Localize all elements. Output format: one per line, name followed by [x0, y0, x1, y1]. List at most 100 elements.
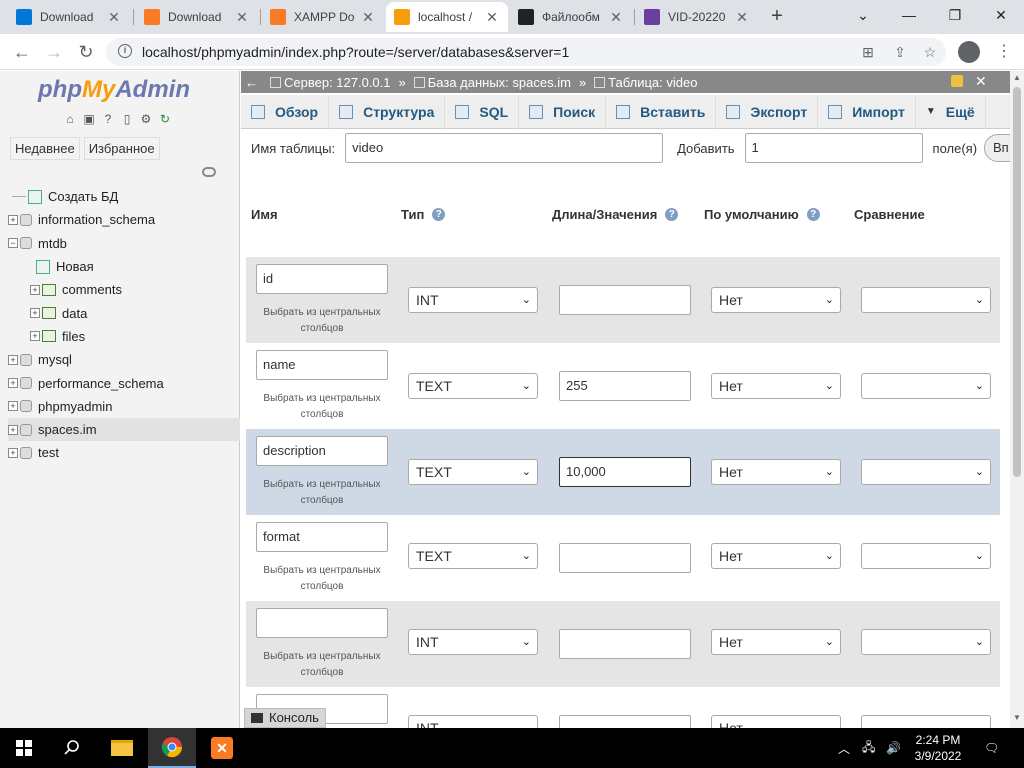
url-text[interactable]: localhost/phpmyadmin/index.php?route=/se… — [142, 44, 569, 60]
taskbar-clock[interactable]: 2:24 PM 3/9/2022 — [900, 732, 976, 764]
tree-item-db[interactable]: + performance_schema — [8, 371, 240, 394]
field-length-input[interactable] — [559, 543, 691, 573]
tree-item-db[interactable]: − mtdb — [8, 232, 240, 255]
browser-tab[interactable]: Файлообм ✕ — [510, 2, 632, 32]
field-type-select[interactable]: INT ⌄ — [408, 287, 538, 313]
expand-icon[interactable]: + — [30, 284, 40, 295]
phpmyadmin-logo[interactable]: phpMyAdmin — [38, 76, 190, 104]
close-tab-icon[interactable]: ✕ — [484, 9, 500, 26]
new-tab-button[interactable]: + — [766, 5, 788, 27]
scroll-up-icon[interactable]: ▲ — [1013, 73, 1021, 82]
tab-export[interactable]: Экспорт — [716, 94, 819, 129]
field-length-input-focused[interactable]: 10,000 — [559, 457, 691, 487]
tree-item-create-db[interactable]: Создать БД — [8, 185, 240, 208]
close-tab-icon[interactable]: ✕ — [734, 9, 750, 26]
field-length-input[interactable] — [559, 715, 691, 728]
pick-central-columns-link[interactable]: Выбрать из центральных столбцов — [250, 305, 394, 337]
field-length-input[interactable] — [559, 285, 691, 315]
close-tab-icon[interactable]: ✕ — [608, 9, 624, 26]
restore-icon[interactable]: ❐ — [932, 0, 978, 30]
field-name-input[interactable]: description — [256, 436, 388, 466]
tray-chevron-up-icon[interactable]: ︿ — [838, 728, 850, 768]
field-default-select[interactable]: Нет ⌄ — [711, 715, 841, 728]
expand-icon[interactable]: + — [8, 214, 18, 225]
browser-tab[interactable]: XAMPP Do ✕ — [262, 2, 384, 32]
field-type-select[interactable]: INT ⌄ — [408, 715, 538, 728]
tab-import[interactable]: Импорт — [818, 94, 916, 129]
close-tab-icon[interactable]: ✕ — [360, 9, 376, 26]
site-info-icon[interactable]: i — [118, 44, 132, 58]
tree-item-db[interactable]: + test — [8, 441, 240, 464]
logout-icon[interactable]: ▣ — [81, 111, 97, 127]
notifications-icon[interactable]: 🗨 — [984, 728, 999, 768]
close-tab-icon[interactable]: ✕ — [234, 9, 250, 26]
expand-icon[interactable]: + — [30, 308, 40, 319]
expand-icon[interactable]: + — [30, 331, 40, 342]
close-icon[interactable]: ✕ — [975, 73, 987, 90]
field-name-input[interactable] — [256, 608, 388, 638]
expand-icon[interactable]: + — [8, 447, 18, 458]
profile-avatar-icon[interactable] — [958, 41, 980, 63]
pick-central-columns-link[interactable]: Выбрать из центральных столбцов — [250, 391, 394, 423]
breadcrumb-server[interactable]: Сервер: 127.0.0.1 — [284, 75, 391, 90]
xampp-taskbar-icon[interactable]: ✕ — [198, 728, 246, 768]
field-length-input[interactable] — [559, 629, 691, 659]
scrollbar-thumb[interactable] — [1013, 87, 1021, 477]
field-collation-select[interactable]: ⌄ — [861, 287, 991, 313]
console-toggle[interactable]: Консоль — [244, 708, 326, 728]
address-bar[interactable]: i localhost/phpmyadmin/index.php?route=/… — [106, 38, 946, 66]
search-icon[interactable] — [48, 728, 96, 768]
close-tab-icon[interactable]: ✕ — [106, 9, 122, 26]
recent-tab[interactable]: Недавнее — [10, 137, 80, 160]
add-fields-count-input[interactable]: 1 — [744, 133, 923, 163]
scroll-down-icon[interactable]: ▼ — [1013, 713, 1021, 722]
tree-item-table[interactable]: + files — [8, 325, 240, 348]
tree-item-db[interactable]: + information_schema — [8, 208, 240, 231]
tab-more[interactable]: ▼ Ещё — [916, 94, 986, 129]
tree-item-db[interactable]: + mysql — [8, 348, 240, 371]
field-default-select[interactable]: Нет ⌄ — [711, 629, 841, 655]
field-type-select[interactable]: TEXT ⌄ — [408, 373, 538, 399]
go-button[interactable]: Вп — [984, 134, 1010, 162]
pick-central-columns-link[interactable]: Выбрать из центральных столбцов — [250, 477, 394, 509]
tree-item-table[interactable]: + comments — [8, 278, 240, 301]
breadcrumb-database[interactable]: База данных: spaces.im — [428, 75, 571, 90]
expand-icon[interactable]: + — [8, 378, 18, 389]
field-name-input[interactable]: name — [256, 350, 388, 380]
field-type-select[interactable]: TEXT ⌄ — [408, 543, 538, 569]
tree-item-new-table[interactable]: Новая — [8, 255, 240, 278]
browser-tab-active[interactable]: localhost / ✕ — [386, 2, 508, 32]
settings-gear-icon[interactable]: ⚙ — [138, 111, 154, 127]
file-explorer-icon[interactable] — [98, 728, 146, 768]
help-icon[interactable]: ? — [665, 208, 679, 221]
field-collation-select[interactable]: ⌄ — [861, 629, 991, 655]
tree-item-table[interactable]: + data — [8, 301, 240, 324]
field-collation-select[interactable]: ⌄ — [861, 543, 991, 569]
help-icon[interactable]: ? — [432, 208, 446, 221]
forward-arrow-icon[interactable]: → — [42, 40, 66, 64]
field-default-select[interactable]: Нет ⌄ — [711, 373, 841, 399]
field-name-input[interactable]: format — [256, 522, 388, 552]
field-default-select[interactable]: Нет ⌄ — [711, 287, 841, 313]
back-arrow-icon[interactable]: ← — [10, 40, 34, 64]
expand-icon[interactable]: + — [8, 354, 18, 365]
reload-icon[interactable]: ↻ — [74, 40, 98, 64]
minimize-icon[interactable]: — — [886, 0, 932, 30]
bookmark-star-icon[interactable]: ☆ — [920, 42, 940, 62]
start-button[interactable] — [0, 728, 48, 768]
translate-icon[interactable]: ⊞ — [858, 42, 878, 62]
tab-search[interactable]: Поиск — [519, 94, 607, 129]
tab-browse[interactable]: Обзор — [241, 94, 330, 129]
tree-item-db[interactable]: + phpmyadmin — [8, 395, 240, 418]
reload-nav-icon[interactable]: ↻ — [157, 111, 173, 127]
collapse-nav-arrow-icon[interactable]: ← — [245, 75, 258, 90]
pick-central-columns-link[interactable]: Выбрать из центральных столбцов — [250, 563, 394, 595]
browser-tab[interactable]: Download ✕ — [136, 2, 258, 32]
field-collation-select[interactable]: ⌄ — [861, 373, 991, 399]
tab-insert[interactable]: Вставить — [606, 94, 717, 129]
field-type-select[interactable]: TEXT ⌄ — [408, 459, 538, 485]
expand-icon[interactable]: + — [8, 424, 18, 435]
expand-icon[interactable]: + — [8, 401, 18, 412]
docs-icon[interactable]: ▯ — [119, 111, 135, 127]
tab-search-icon[interactable]: ⌄ — [840, 0, 886, 30]
